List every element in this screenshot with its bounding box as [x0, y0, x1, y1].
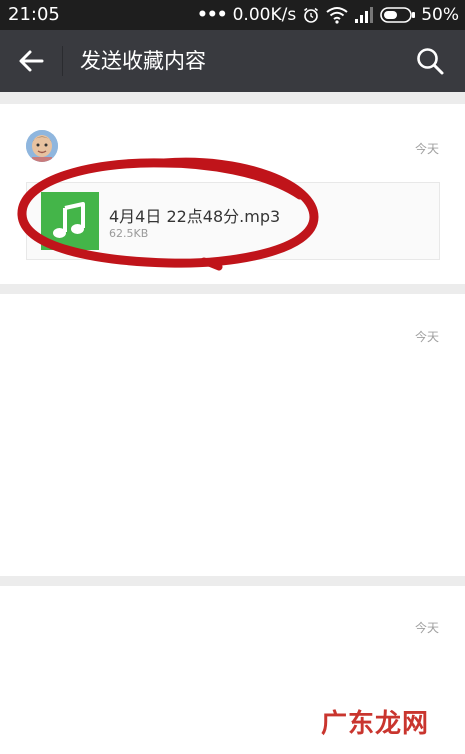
network-speed: 0.00K/s — [232, 5, 297, 25]
status-time: 21:05 — [8, 4, 60, 25]
item-date: 今天 — [414, 142, 439, 156]
back-arrow-icon[interactable] — [16, 47, 46, 75]
signal-icon — [354, 7, 374, 23]
wifi-icon — [326, 6, 348, 24]
music-note-icon — [41, 192, 99, 250]
battery-indicator: 50% — [380, 4, 459, 26]
file-name: 4月4日 22点48分.mp3 — [109, 207, 281, 226]
avatar — [26, 130, 58, 162]
battery-percent: 50% — [421, 5, 459, 25]
more-dots-icon: ••• — [197, 5, 228, 25]
file-size: 62.5KB — [109, 227, 149, 240]
page-title: 发送收藏内容 — [80, 49, 206, 73]
item-date: 今天 — [414, 330, 439, 344]
favorite-item[interactable]: 今天 — [0, 294, 465, 576]
item-date: 今天 — [414, 621, 439, 635]
battery-icon — [380, 7, 416, 23]
app-bar-divider — [62, 46, 63, 76]
file-attachment[interactable]: 4月4日 22点48分.mp3 62.5KB — [26, 182, 440, 260]
search-icon[interactable] — [415, 46, 445, 76]
app-bar: 发送收藏内容 — [0, 30, 465, 92]
alarm-icon — [302, 6, 320, 24]
status-bar: 21:05 ••• 0.00K/s 50% — [0, 0, 465, 30]
favorite-item[interactable]: 今天 4月4日 22点48分.mp3 62.5KB — [0, 104, 465, 284]
watermark: 广东龙网 — [320, 709, 429, 739]
status-icons: ••• 0.00K/s 50% — [197, 4, 459, 26]
